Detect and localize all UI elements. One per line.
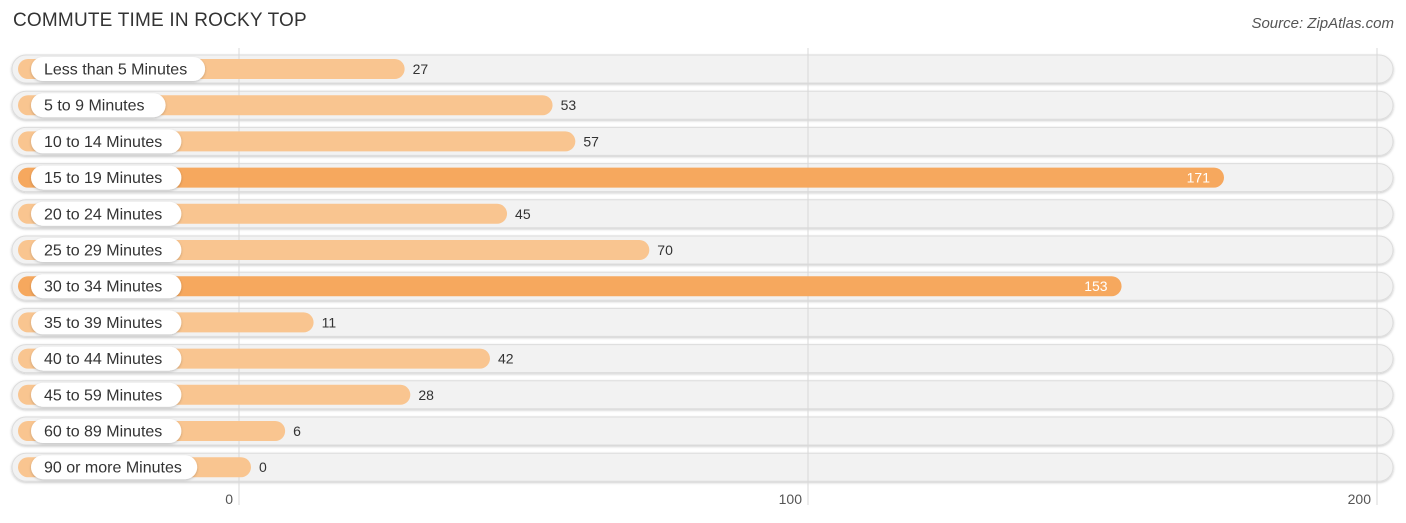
category-label: Less than 5 Minutes	[44, 62, 187, 79]
value-label: 45	[515, 206, 531, 222]
value-label: 70	[657, 242, 673, 258]
category-label: 45 to 59 Minutes	[44, 387, 162, 404]
bar	[18, 276, 1122, 297]
x-tick-label: 0	[225, 491, 233, 507]
bar	[18, 167, 1224, 188]
category-label: 40 to 44 Minutes	[44, 351, 162, 368]
category-label: 5 to 9 Minutes	[44, 98, 145, 115]
value-label: 27	[413, 61, 429, 77]
value-label: 53	[561, 97, 577, 113]
value-label: 57	[583, 133, 599, 149]
category-label: 30 to 34 Minutes	[44, 279, 162, 296]
value-label: 6	[293, 423, 301, 439]
category-label: 90 or more Minutes	[44, 460, 182, 477]
category-label: 10 to 14 Minutes	[44, 134, 162, 151]
category-label: 60 to 89 Minutes	[44, 424, 162, 441]
value-label: 153	[1084, 278, 1108, 294]
category-label: 20 to 24 Minutes	[44, 206, 162, 223]
category-label: 25 to 29 Minutes	[44, 243, 162, 260]
bar-chart: 0 100 200 Less than 5 Minutes 27 5 to 9 Minut…	[11, 48, 1394, 507]
x-tick-label: 100	[779, 491, 803, 507]
category-label: 35 to 39 Minutes	[44, 315, 162, 332]
value-label: 171	[1187, 170, 1211, 186]
category-label: 15 to 19 Minutes	[44, 170, 162, 187]
x-tick-label: 200	[1348, 491, 1372, 507]
value-label: 28	[418, 387, 434, 403]
value-label: 42	[498, 351, 514, 367]
value-label: 0	[259, 459, 267, 475]
value-label: 11	[322, 314, 337, 330]
